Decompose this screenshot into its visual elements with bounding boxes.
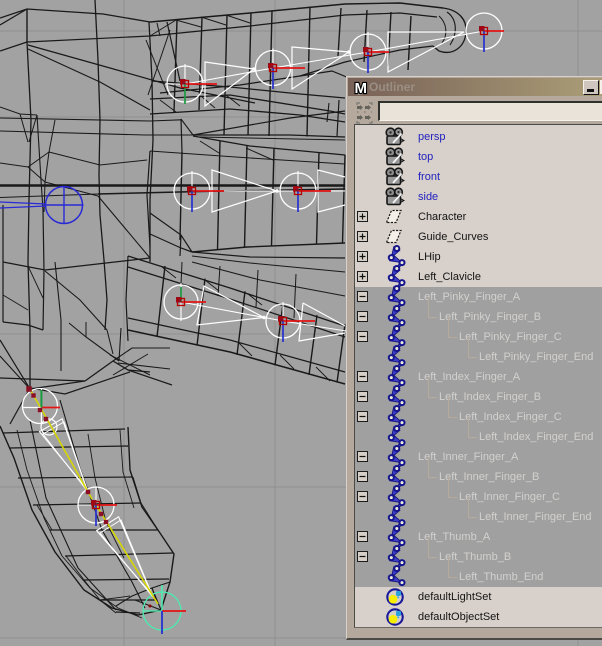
svg-text:M: M bbox=[355, 80, 368, 96]
